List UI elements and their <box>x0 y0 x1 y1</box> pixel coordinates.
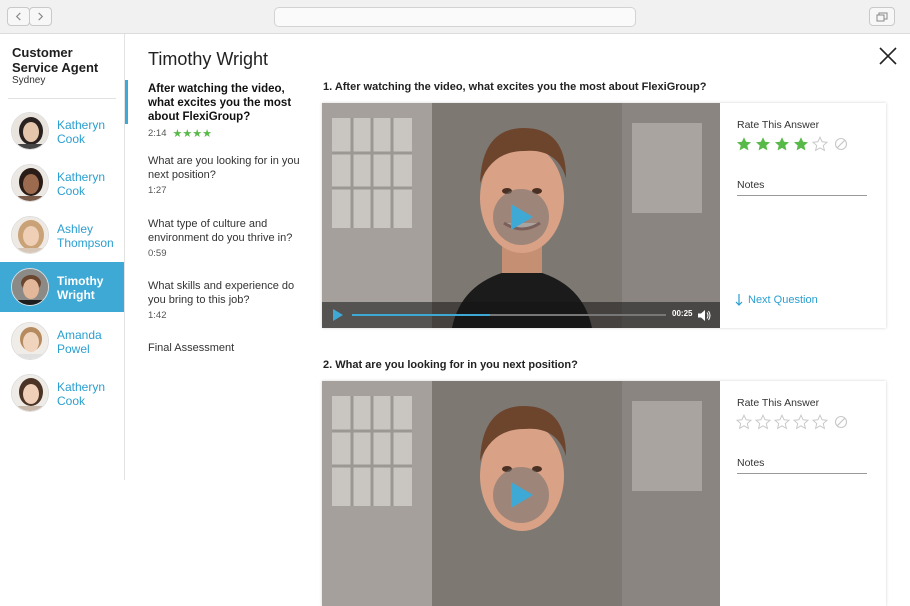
volume-icon[interactable] <box>698 310 711 321</box>
question-heading: 1. After watching the video, what excite… <box>323 81 707 93</box>
active-indicator <box>125 80 128 124</box>
candidate-name: Amanda Powel <box>57 328 102 356</box>
star-icon[interactable] <box>736 136 752 152</box>
play-icon[interactable] <box>332 309 343 321</box>
rate-label: Rate This Answer <box>737 397 820 409</box>
question-heading: 2. What are you looking for in you next … <box>323 359 578 371</box>
page-title: Timothy Wright <box>148 49 269 69</box>
play-icon <box>511 482 533 508</box>
question-nav-title: What type of culture and environment do … <box>148 218 293 244</box>
candidate-item[interactable]: Amanda Powel <box>0 316 124 366</box>
star-icon[interactable] <box>774 414 790 430</box>
notes-label: Notes <box>737 179 765 191</box>
star-icon[interactable] <box>812 136 828 152</box>
question-nav-title: After watching the video, what excites y… <box>148 83 292 123</box>
question-nav-duration: 1:42 <box>148 310 167 321</box>
question-nav-duration: 0:59 <box>148 248 167 259</box>
rating-stars <box>736 136 848 152</box>
back-icon <box>15 12 21 21</box>
question-nav-title: What skills and experience do you bring … <box>148 280 295 306</box>
question-nav-item-active[interactable]: After watching the video, what excites y… <box>148 82 308 140</box>
window-icon <box>876 12 888 21</box>
candidate-name: Katheryn Cook <box>57 170 106 198</box>
rating-stars <box>736 414 848 430</box>
candidate-item[interactable]: Katheryn Cook <box>0 106 124 156</box>
window-button[interactable] <box>869 7 895 26</box>
progress-bar[interactable] <box>352 314 666 316</box>
answer-card: 00:25 Rate This Answer Notes Next Questi… <box>322 103 886 328</box>
star-icon[interactable] <box>793 414 809 430</box>
role-location: Sydney <box>12 75 46 86</box>
video-player[interactable] <box>322 381 720 606</box>
avatar <box>11 216 49 254</box>
clear-rating-icon[interactable] <box>834 415 848 429</box>
close-button[interactable] <box>877 45 899 67</box>
question-nav-title: Final Assessment <box>148 342 235 354</box>
clear-rating-icon[interactable] <box>834 137 848 151</box>
candidate-sidebar: Customer Service Agent Sydney Katheryn C… <box>0 34 125 480</box>
role-title: Customer Service Agent <box>12 45 99 75</box>
notes-label: Notes <box>737 457 765 469</box>
next-question-label: Next Question <box>748 294 818 306</box>
candidate-name: Katheryn Cook <box>57 380 106 408</box>
next-question-link[interactable]: Next Question <box>735 294 818 306</box>
browser-toolbar <box>0 0 910 34</box>
video-player[interactable]: 00:25 <box>322 103 720 328</box>
close-icon <box>879 47 897 65</box>
rating-panel: Rate This Answer Notes Next Question <box>720 103 886 328</box>
candidate-name: Ashley Thompson <box>57 222 114 250</box>
play-icon <box>511 204 533 230</box>
question-nav-title: What are you looking for in you next pos… <box>148 155 300 181</box>
sidebar-divider <box>8 98 116 99</box>
star-icon[interactable] <box>793 136 809 152</box>
address-bar[interactable] <box>274 7 636 27</box>
candidate-item[interactable]: Katheryn Cook <box>0 368 124 418</box>
question-nav-duration: 2:14 <box>148 128 167 139</box>
star-icon[interactable] <box>774 136 790 152</box>
star-icon[interactable] <box>736 414 752 430</box>
rating-panel: Rate This Answer Notes <box>720 381 886 606</box>
avatar <box>11 164 49 202</box>
question-nav-item[interactable]: What are you looking for in you next pos… <box>148 154 308 196</box>
avatar <box>11 322 49 360</box>
question-nav-item[interactable]: What skills and experience do you bring … <box>148 279 308 321</box>
star-icon[interactable] <box>755 414 771 430</box>
forward-icon <box>38 12 44 21</box>
arrow-down-icon <box>735 294 743 306</box>
question-nav-item[interactable]: What type of culture and environment do … <box>148 217 308 259</box>
notes-input[interactable] <box>737 473 867 474</box>
candidate-item[interactable]: Ashley Thompson <box>0 210 124 260</box>
candidate-name: Timothy Wright <box>57 274 104 302</box>
mini-rating-stars: ★★★★ <box>172 128 212 140</box>
forward-button[interactable] <box>29 7 52 26</box>
avatar <box>11 374 49 412</box>
star-icon[interactable] <box>812 414 828 430</box>
question-nav-item-final[interactable]: Final Assessment <box>148 341 308 355</box>
avatar <box>11 268 49 306</box>
avatar <box>11 112 49 150</box>
notes-input[interactable] <box>737 195 867 196</box>
video-controls: 00:25 <box>322 302 720 328</box>
play-button[interactable] <box>493 189 549 245</box>
answer-card: Rate This Answer Notes <box>322 381 886 606</box>
video-time: 00:25 <box>672 309 693 318</box>
play-button[interactable] <box>493 467 549 523</box>
rate-label: Rate This Answer <box>737 119 820 131</box>
candidate-name: Katheryn Cook <box>57 118 106 146</box>
back-button[interactable] <box>7 7 30 26</box>
star-icon[interactable] <box>755 136 771 152</box>
candidate-item[interactable]: Katheryn Cook <box>0 158 124 208</box>
progress-fill <box>352 314 491 316</box>
question-nav-duration: 1:27 <box>148 185 167 196</box>
candidate-item-active[interactable]: Timothy Wright <box>0 262 124 312</box>
